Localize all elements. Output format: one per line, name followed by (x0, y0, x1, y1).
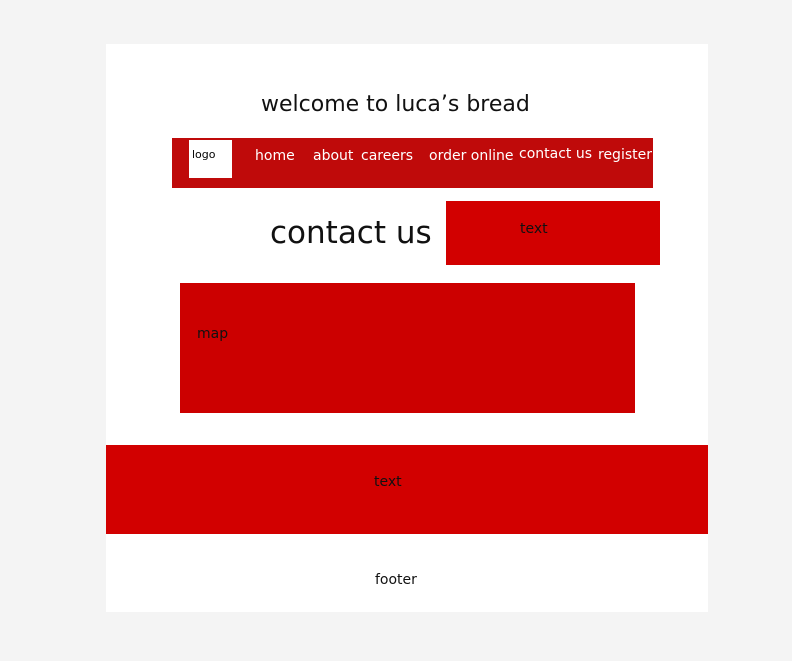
logo-placeholder[interactable]: logo (189, 140, 232, 178)
nav-item-careers[interactable]: careers (361, 148, 413, 164)
nav-item-about[interactable]: about (313, 148, 353, 164)
nav-item-register[interactable]: register (598, 147, 652, 163)
text-band: text (106, 445, 708, 534)
logo-label: logo (192, 148, 216, 161)
nav-item-order-online[interactable]: order online (429, 148, 514, 164)
page-heading: contact us (270, 215, 432, 251)
text-placeholder-box: text (446, 201, 660, 265)
footer: footer (375, 572, 417, 588)
nav-item-home[interactable]: home (255, 148, 295, 164)
nav-item-contact-us[interactable]: contact us (519, 146, 592, 162)
text-band-label: text (374, 474, 402, 490)
map-placeholder[interactable]: map (180, 283, 635, 413)
text-placeholder-label: text (520, 221, 548, 237)
map-label: map (197, 326, 229, 342)
site-title: welcome to luca’s bread (261, 92, 530, 117)
